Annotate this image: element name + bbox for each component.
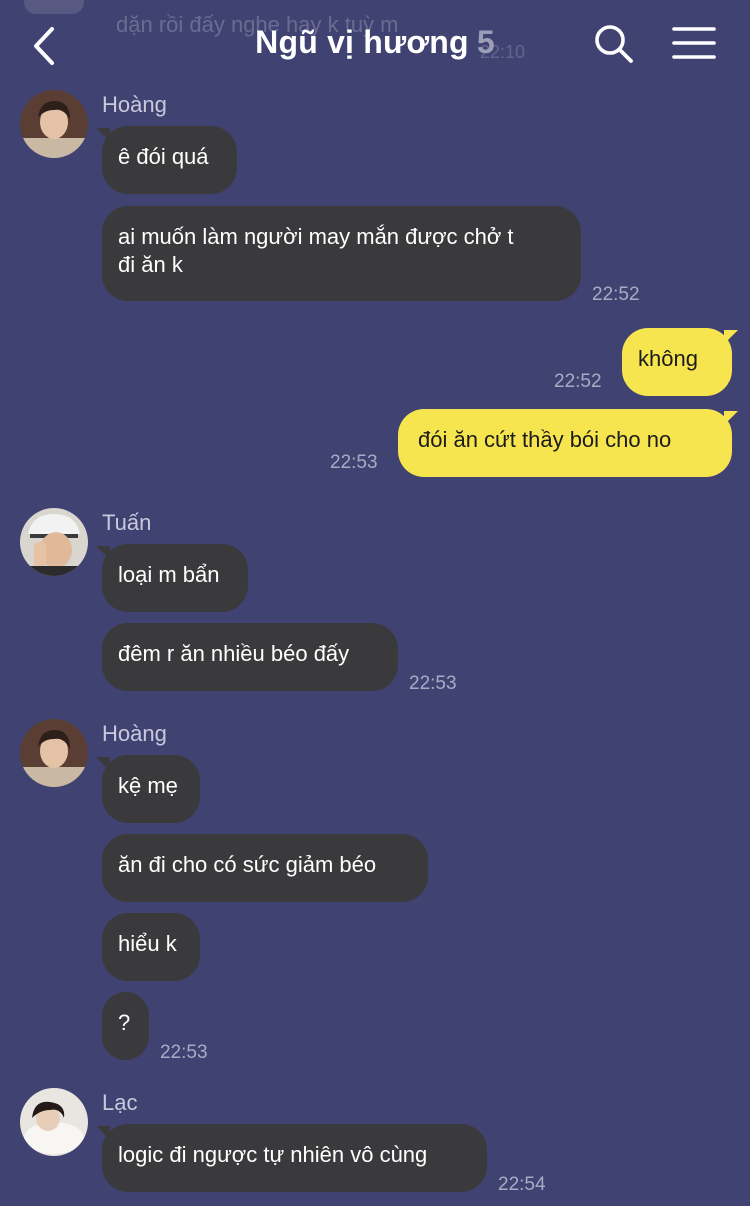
- message-bubble[interactable]: ăn đi cho có sức giảm béo: [102, 834, 428, 902]
- sender-name: Tuấn: [102, 510, 152, 535]
- message-time: 22:53: [160, 1042, 208, 1063]
- avatar-hoang-image: [20, 719, 88, 787]
- member-count: 5: [476, 24, 495, 60]
- message-bubble[interactable]: đói ăn cứt thầy bói cho no: [398, 409, 732, 477]
- avatar[interactable]: [20, 719, 88, 787]
- message-bubble[interactable]: ê đói quá: [102, 126, 237, 194]
- message-bubble[interactable]: hiểu k: [102, 913, 200, 981]
- chat-header: Ngũ vị hương 5: [0, 0, 750, 88]
- message-bubble[interactable]: ai muốn làm người may mắn được chở t đi …: [102, 206, 581, 301]
- message-time: 22:54: [498, 1174, 546, 1195]
- avatar[interactable]: [20, 90, 88, 158]
- avatar-tuan-image: [20, 508, 88, 576]
- bubble-tail: [724, 411, 738, 425]
- avatar-lac-image: [20, 1088, 88, 1156]
- sender-name: Hoàng: [102, 721, 167, 746]
- avatar-hoang-image: [20, 90, 88, 158]
- search-icon: [595, 25, 633, 63]
- chat-title: Ngũ vị hương 5: [0, 24, 750, 61]
- message-bubble[interactable]: loại m bẩn: [102, 544, 248, 612]
- search-button[interactable]: [592, 22, 636, 66]
- bubble-tail: [724, 330, 738, 344]
- message-bubble[interactable]: ?: [102, 992, 149, 1060]
- menu-button[interactable]: [670, 24, 718, 64]
- message-line: đi ăn k: [118, 252, 183, 277]
- message-bubble[interactable]: kệ mẹ: [102, 755, 200, 823]
- message-time: 22:53: [330, 452, 378, 473]
- avatar[interactable]: [20, 508, 88, 576]
- message-time: 22:52: [592, 284, 640, 305]
- sender-name: Lạc: [102, 1090, 138, 1115]
- message-line: ai muốn làm người may mắn được chở t: [118, 224, 514, 249]
- chat-name: Ngũ vị hương: [255, 24, 469, 60]
- avatar[interactable]: [20, 1088, 88, 1156]
- message-bubble[interactable]: không: [622, 328, 732, 396]
- sender-name: Hoàng: [102, 92, 167, 117]
- menu-icon: [672, 27, 716, 59]
- message-time: 22:52: [554, 371, 602, 392]
- message-time: 22:53: [409, 673, 457, 694]
- message-bubble[interactable]: logic đi ngược tự nhiên vô cùng: [102, 1124, 487, 1192]
- message-bubble[interactable]: đêm r ăn nhiều béo đấy: [102, 623, 398, 691]
